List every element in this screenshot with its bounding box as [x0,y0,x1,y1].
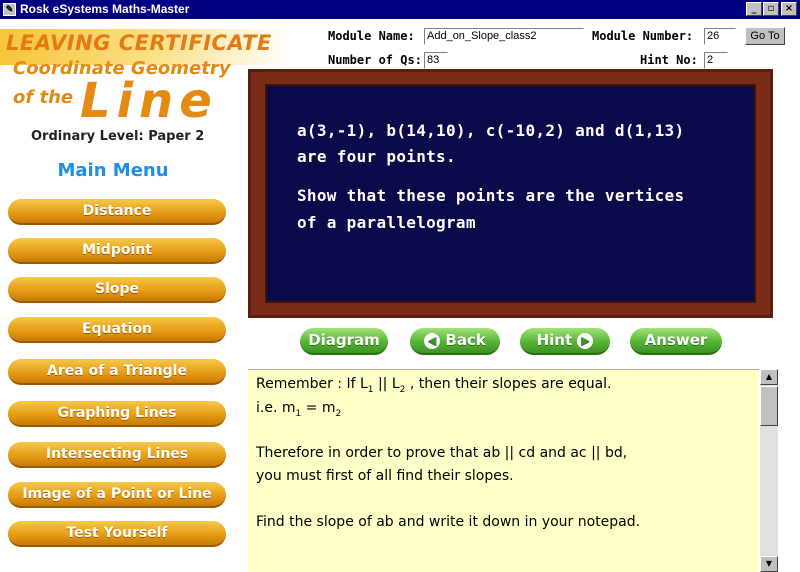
menu-intersecting-lines-button[interactable]: Intersecting Lines [8,442,226,468]
arrow-right-icon: ▶ [577,333,594,349]
question-line-2: are four points. [297,147,456,166]
hint-label: Hint [536,331,573,349]
menu-distance-button[interactable]: Distance [8,199,226,225]
num-qs-label: Number of Qs: [328,53,422,67]
hint-no-field: 2 [704,52,728,69]
question-line-1: a(3,-1), b(14,10), c(-10,2) and d(1,13) [297,121,685,140]
app-icon: ✎ [3,3,16,16]
menu-image-point-line-button[interactable]: Image of a Point or Line [8,482,226,508]
hint-line-4: you must first of all find their slopes. [256,468,514,484]
hint-line-2: i.e. m1 = m2 [256,400,342,419]
blackboard-frame: a(3,-1), b(14,10), c(-10,2) and d(1,13) … [248,69,773,318]
minimize-button[interactable]: _ [746,2,762,16]
window-title: Rosk eSystems Maths-Master [20,2,190,16]
hint-button[interactable]: Hint ▶ [520,328,610,355]
back-label: Back [445,331,486,349]
blackboard: a(3,-1), b(14,10), c(-10,2) and d(1,13) … [265,84,756,303]
module-number-field[interactable]: 26 [704,28,736,45]
answer-button[interactable]: Answer [630,328,722,355]
hint-line-5: Find the slope of ab and write it down i… [256,514,641,530]
scroll-up-arrow-icon[interactable]: ▲ [760,369,778,385]
question-line-4: of a parallelogram [297,213,476,232]
arrow-left-icon: ◀ [424,333,441,349]
scroll-down-arrow-icon[interactable]: ▼ [760,556,778,572]
menu-slope-button[interactable]: Slope [8,277,226,303]
leaving-certificate-logo: LEAVING CERTIFICATE [6,31,272,55]
topic-of-the: of the [13,87,74,108]
hint-line-1: Remember : If L1 || L2 , then their slop… [256,376,612,395]
num-qs-field: 83 [424,52,448,69]
main-menu-title: Main Menu [57,160,169,181]
hint-no-label: Hint No: [640,53,698,67]
answer-label: Answer [644,331,708,349]
module-name-label: Module Name: [328,29,415,43]
menu-area-triangle-button[interactable]: Area of a Triangle [8,359,226,385]
goto-button[interactable]: Go To [745,27,785,45]
menu-test-yourself-button[interactable]: Test Yourself [8,521,226,547]
back-button[interactable]: ◀ Back [410,328,500,355]
menu-graphing-lines-button[interactable]: Graphing Lines [8,401,226,427]
hint-text-panel: Remember : If L1 || L2 , then their slop… [248,369,759,572]
level-label: Ordinary Level: Paper 2 [31,129,205,144]
diagram-label: Diagram [308,331,380,349]
hint-scrollbar[interactable]: ▲ ▼ [760,369,778,572]
menu-equation-button[interactable]: Equation [8,317,226,343]
hint-line-3: Therefore in order to prove that ab || c… [256,445,628,461]
diagram-button[interactable]: Diagram [300,328,388,355]
title-bar: ✎ Rosk eSystems Maths-Master _ ▫ × [0,0,800,19]
scroll-thumb[interactable] [760,386,778,426]
topic-line: Line [80,73,218,129]
module-number-label: Module Number: [592,29,694,43]
menu-midpoint-button[interactable]: Midpoint [8,238,226,264]
close-button[interactable]: × [781,2,797,16]
question-line-3: Show that these points are the vertices [297,186,685,205]
sidebar: LEAVING CERTIFICATE Coordinate Geometry … [0,19,290,572]
module-name-field[interactable]: Add_on_Slope_class2 [424,28,584,45]
maximize-button[interactable]: ▫ [763,2,779,16]
